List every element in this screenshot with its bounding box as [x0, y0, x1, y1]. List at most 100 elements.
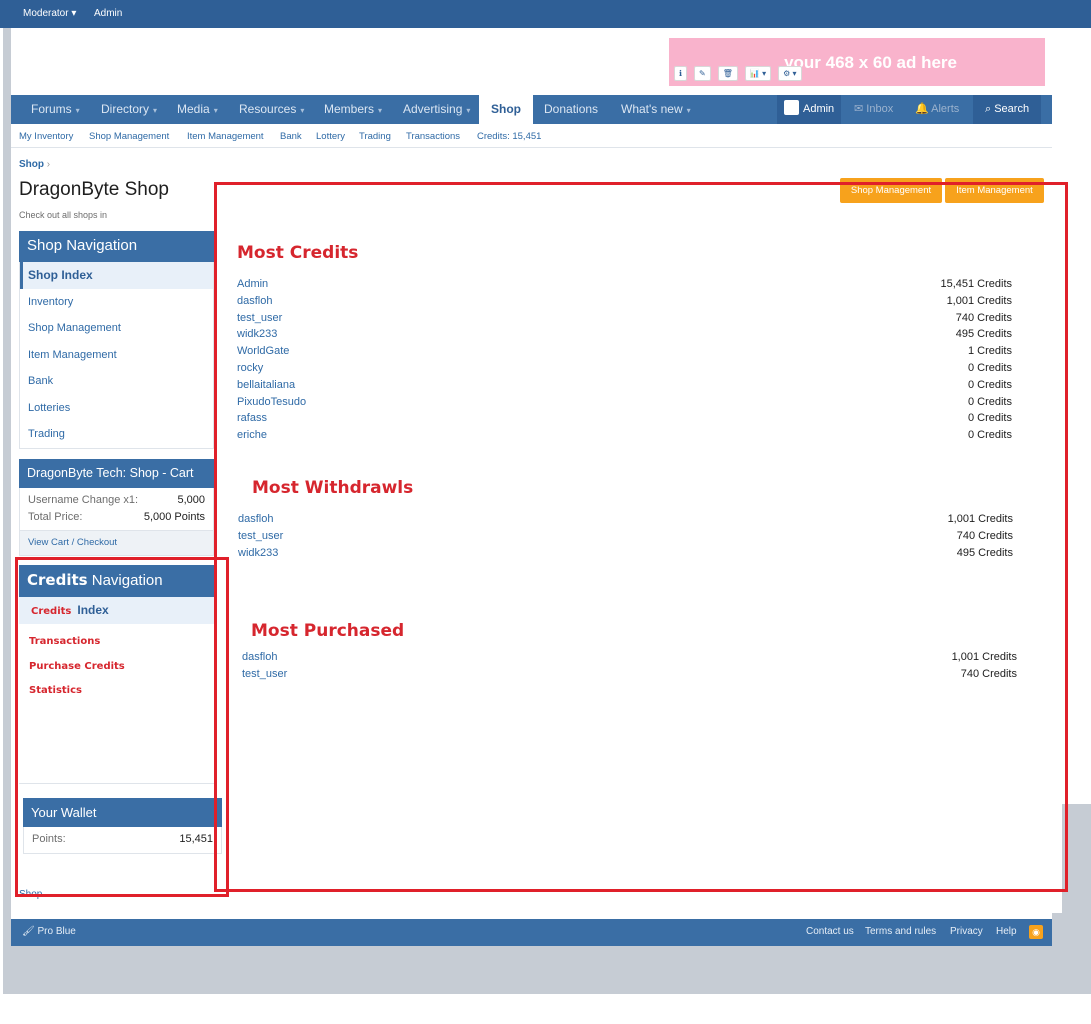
- sub-nav: My Inventory Shop Management Item Manage…: [11, 124, 1052, 148]
- delete-icon[interactable]: 🗑: [717, 66, 738, 81]
- subnav-shop-management[interactable]: Shop Management: [89, 131, 169, 142]
- moderator-menu[interactable]: Moderator ▾: [23, 8, 76, 19]
- tab-directory[interactable]: Directory ▾: [101, 95, 157, 124]
- section-title: Most Credits: [237, 243, 359, 263]
- search-button[interactable]: ⌕ Search: [973, 95, 1042, 124]
- account-menu[interactable]: Admin: [777, 95, 842, 124]
- cart-row: Username Change x1: 5,000: [28, 494, 205, 506]
- edit-icon[interactable]: ✎: [694, 66, 711, 81]
- list-item: bellaitaliana 0 Credits: [237, 378, 1012, 391]
- subnav-bank[interactable]: Bank: [280, 131, 302, 142]
- most-withdrawls-list: dasfloh 1,001 Credits test_user 740 Credit…: [238, 511, 1013, 561]
- subnav-credits[interactable]: Credits: 15,451: [477, 131, 541, 142]
- sidebar-item-lotteries[interactable]: Lotteries: [20, 395, 213, 422]
- sidebar-item-shop-management[interactable]: Shop Management: [20, 315, 213, 342]
- credits-link-transactions[interactable]: Transactions: [29, 630, 204, 655]
- wallet-points: Points: 15,451: [23, 827, 222, 854]
- section-title: Most Withdrawls: [252, 478, 414, 498]
- tab-forums[interactable]: Forums ▾: [31, 95, 80, 124]
- tab-donations[interactable]: Donations: [544, 95, 598, 124]
- list-item: dasfloh 1,001 Credits: [242, 651, 1017, 663]
- stats-icon[interactable]: 📊 ▾: [744, 66, 772, 81]
- credits-navigation: Credits Navigation Credits Index Transact…: [19, 565, 214, 784]
- sidebar-item-item-management[interactable]: Item Management: [20, 342, 213, 369]
- sidebar-item-shop-index[interactable]: Shop Index: [20, 262, 213, 289]
- tab-shop[interactable]: Shop: [479, 95, 533, 124]
- most-credits-list: Admin 15,451 Credits dasfloh 1,001 Credits…: [237, 276, 1012, 444]
- chevron-down-icon: ▾: [300, 106, 305, 115]
- cart-body: Username Change x1: 5,000 Total Price: 5,0…: [19, 488, 214, 531]
- item-management-button[interactable]: Item Management: [945, 178, 1044, 203]
- tab-resources[interactable]: Resources ▾: [239, 95, 304, 124]
- cart-row: Total Price: 5,000 Points: [28, 511, 205, 523]
- statistics-content: Most Credits Admin 15,451 Credits dasfloh…: [227, 193, 1062, 913]
- list-item: widk233 495 Credits: [237, 328, 1012, 341]
- footer: 🖌 Pro Blue Contact us Terms and rules Pr…: [11, 919, 1052, 946]
- envelope-icon: ✉: [854, 103, 867, 115]
- chevron-down-icon: ▾: [686, 106, 691, 115]
- tab-media[interactable]: Media ▾: [177, 95, 218, 124]
- wallet-widget: Your Wallet Points: 15,451: [23, 798, 222, 854]
- footer-contact[interactable]: Contact us: [806, 926, 854, 937]
- chevron-down-icon: ▾: [153, 106, 158, 115]
- info-icon[interactable]: ℹ: [674, 66, 688, 81]
- footer-breadcrumb[interactable]: Shop: [19, 889, 42, 900]
- chevron-down-icon: ▾: [75, 106, 80, 115]
- subnav-trading[interactable]: Trading: [359, 131, 391, 142]
- tab-whats-new[interactable]: What's new ▾: [621, 95, 691, 124]
- subnav-item-management[interactable]: Item Management: [187, 131, 264, 142]
- subnav-transactions[interactable]: Transactions: [406, 131, 460, 142]
- style-chooser[interactable]: 🖌 Pro Blue: [22, 926, 76, 937]
- footer-terms[interactable]: Terms and rules: [865, 926, 936, 937]
- list-item: test_user 740 Credits: [242, 667, 1017, 680]
- alerts-link[interactable]: 🔔 Alerts: [915, 95, 959, 124]
- shop-navigation-title: Shop Navigation: [19, 231, 214, 262]
- inbox-link[interactable]: ✉ Inbox: [854, 95, 893, 124]
- page-container: your 468 x 60 ad here ℹ ✎ 🗑 📊 ▾ ⚙ ▾ Foru…: [11, 28, 1062, 928]
- list-item: rocky 0 Credits: [237, 361, 1012, 374]
- admin-link[interactable]: Admin: [94, 8, 122, 19]
- section-title: Most Purchased: [251, 621, 405, 641]
- breadcrumb[interactable]: Shop ›: [19, 159, 50, 170]
- chevron-down-icon: ▾: [213, 106, 218, 115]
- page-subtitle: Check out all shops in: [19, 210, 108, 220]
- sidebar-item-trading[interactable]: Trading: [20, 421, 213, 448]
- credits-navigation-title: Credits Navigation: [19, 565, 214, 597]
- bell-icon: 🔔: [915, 103, 932, 115]
- list-item: Admin 15,451 Credits: [237, 278, 1012, 290]
- list-item: test_user 740 Credits: [238, 529, 1013, 542]
- credits-index-item[interactable]: Credits Index: [19, 597, 214, 624]
- shop-navigation-list: Shop Index Inventory Shop Management Ite…: [19, 262, 214, 449]
- cart-widget: DragonByte Tech: Shop - Cart Username Ch…: [19, 459, 214, 556]
- list-item: PixudoTesudo 0 Credits: [237, 395, 1012, 408]
- subnav-my-inventory[interactable]: My Inventory: [19, 131, 73, 142]
- sidebar-item-inventory[interactable]: Inventory: [20, 289, 213, 316]
- chevron-down-icon: ▾: [466, 106, 471, 115]
- credits-link-statistics[interactable]: Statistics: [29, 679, 204, 704]
- view-cart-link[interactable]: View Cart / Checkout: [19, 531, 214, 556]
- avatar: [784, 100, 799, 115]
- cart-title: DragonByte Tech: Shop - Cart: [19, 459, 214, 488]
- credits-links: Transactions Purchase Credits Statistics: [19, 624, 214, 784]
- list-item: dasfloh 1,001 Credits: [238, 513, 1013, 525]
- rss-icon[interactable]: ◉: [1029, 925, 1043, 939]
- footer-help[interactable]: Help: [996, 926, 1017, 937]
- footer-privacy[interactable]: Privacy: [950, 926, 983, 937]
- page-title: DragonByte Shop: [19, 179, 169, 200]
- list-item: dasfloh 1,001 Credits: [237, 294, 1012, 307]
- credits-link-purchase[interactable]: Purchase Credits: [29, 655, 204, 680]
- list-item: rafass 0 Credits: [237, 412, 1012, 425]
- wallet-title: Your Wallet: [23, 798, 222, 827]
- sidebar-item-bank[interactable]: Bank: [20, 368, 213, 395]
- list-item: eriche 0 Credits: [237, 429, 1012, 442]
- tab-advertising[interactable]: Advertising ▾: [403, 95, 470, 124]
- ad-toolbar: ℹ ✎ 🗑 📊 ▾ ⚙ ▾: [674, 66, 802, 82]
- subnav-lottery[interactable]: Lottery: [316, 131, 345, 142]
- list-item: test_user 740 Credits: [237, 311, 1012, 324]
- main-nav: Forums ▾ Directory ▾ Media ▾ Resources ▾ Mem…: [11, 95, 1052, 124]
- shop-management-button[interactable]: Shop Management: [840, 178, 942, 203]
- top-bar: Moderator ▾ Admin: [0, 0, 1091, 28]
- gear-icon[interactable]: ⚙ ▾: [778, 66, 802, 81]
- tab-members[interactable]: Members ▾: [324, 95, 382, 124]
- chevron-down-icon: ▾: [378, 106, 383, 115]
